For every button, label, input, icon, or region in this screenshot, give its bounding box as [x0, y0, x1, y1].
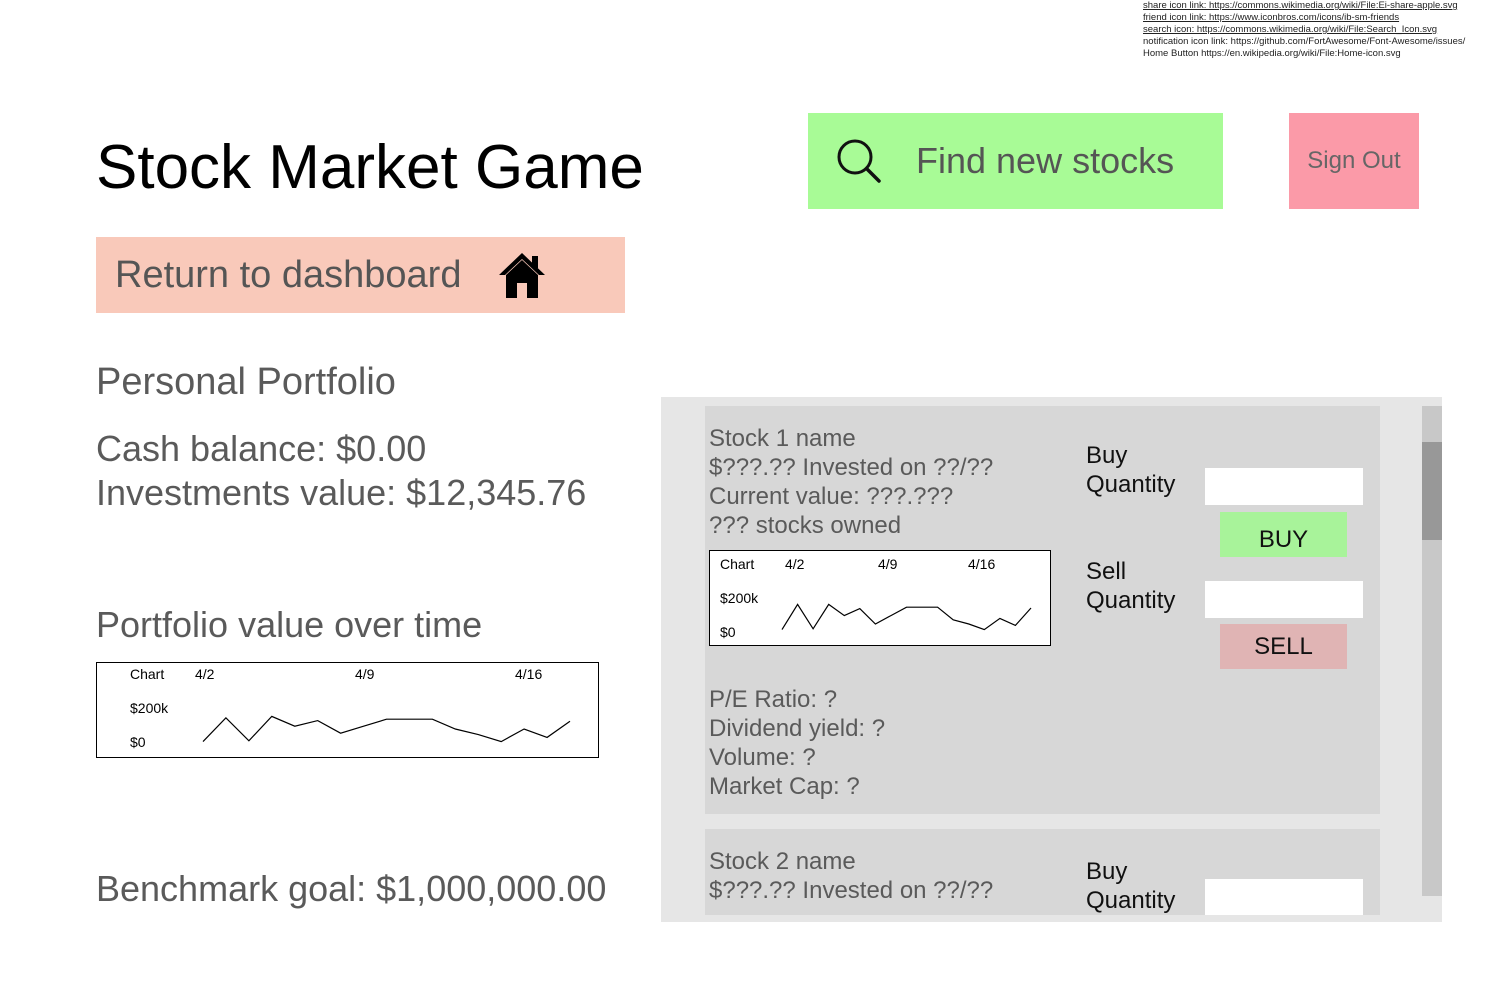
stock-owned: ??? stocks owned — [709, 512, 902, 539]
investments-value: Investments value: $12,345.76 — [96, 472, 587, 513]
find-new-stocks-button[interactable]: Find new stocks — [808, 113, 1223, 209]
home-icon — [499, 253, 546, 298]
buy-quantity-label: Buy — [1086, 442, 1128, 469]
stock-invested: $???.?? Invested on ??/?? — [709, 877, 994, 904]
credit-search-icon[interactable]: search icon: https://commons.wikimedia.o… — [1143, 24, 1512, 36]
stock-name: Stock 2 name — [709, 848, 856, 875]
buy-quantity-input[interactable] — [1205, 879, 1363, 915]
buy-quantity-label: Quantity — [1086, 887, 1176, 914]
portfolio-heading: Personal Portfolio — [96, 361, 396, 403]
sell-quantity-label: Quantity — [1086, 587, 1176, 614]
benchmark-goal: Benchmark goal: $1,000,000.00 — [96, 868, 607, 909]
sell-quantity-label: Sell — [1086, 558, 1127, 585]
pe-ratio: P/E Ratio: ? — [709, 686, 838, 713]
volume: Volume: ? — [709, 744, 816, 771]
credit-home-icon: Home Button https://en.wikipedia.org/wik… — [1143, 48, 1401, 59]
stock-current-value: Current value: ???.??? — [709, 483, 954, 510]
chart-plot — [202, 715, 571, 743]
buy-quantity-label: Buy — [1086, 858, 1128, 885]
chart-plot — [781, 603, 1032, 631]
buy-quantity-label: Quantity — [1086, 471, 1176, 498]
return-to-dashboard-button[interactable]: Return to dashboard — [96, 237, 625, 313]
sign-out-button[interactable]: Sign Out — [1289, 113, 1419, 209]
stock-name: Stock 1 name — [709, 425, 856, 452]
find-new-stocks-label: Find new stocks — [916, 140, 1175, 181]
chart-series-line — [202, 715, 571, 743]
credit-notification-icon: notification icon link: https://github.c… — [1143, 36, 1466, 47]
buy-button[interactable]: BUY — [1220, 512, 1347, 557]
search-icon — [837, 139, 881, 183]
sell-button[interactable]: SELL — [1220, 624, 1347, 669]
buy-quantity-input[interactable] — [1205, 468, 1363, 505]
credit-share-icon[interactable]: share icon link: https://commons.wikimed… — [1143, 0, 1512, 12]
stock-card: Stock 1 name $???.?? Invested on ??/?? C… — [705, 406, 1380, 814]
portfolio-chart-heading: Portfolio value over time — [96, 604, 483, 645]
credit-friend-icon[interactable]: friend icon link: https://www.iconbros.c… — [1143, 12, 1512, 24]
stock-list-panel[interactable]: Stock 1 name $???.?? Invested on ??/?? C… — [661, 397, 1442, 922]
stock-invested: $???.?? Invested on ??/?? — [709, 454, 994, 481]
page-title: Stock Market Game — [96, 133, 644, 202]
market-cap: Market Cap: ? — [709, 773, 860, 800]
scrollbar-thumb[interactable] — [1422, 442, 1442, 540]
portfolio-value-chart: Chart 4/2 4/9 4/16 $200k $0 — [96, 662, 599, 758]
icon-credits: share icon link: https://commons.wikimed… — [1143, 0, 1512, 60]
sell-quantity-input[interactable] — [1205, 581, 1363, 618]
cash-balance: Cash balance: $0.00 — [96, 428, 427, 469]
dividend-yield: Dividend yield: ? — [709, 715, 886, 742]
return-to-dashboard-label: Return to dashboard — [115, 253, 462, 296]
stock-card: Stock 2 name $???.?? Invested on ??/?? B… — [705, 829, 1380, 915]
stock-chart: Chart 4/2 4/9 4/16 $200k $0 — [709, 550, 1051, 646]
chart-series-line — [781, 603, 1032, 631]
